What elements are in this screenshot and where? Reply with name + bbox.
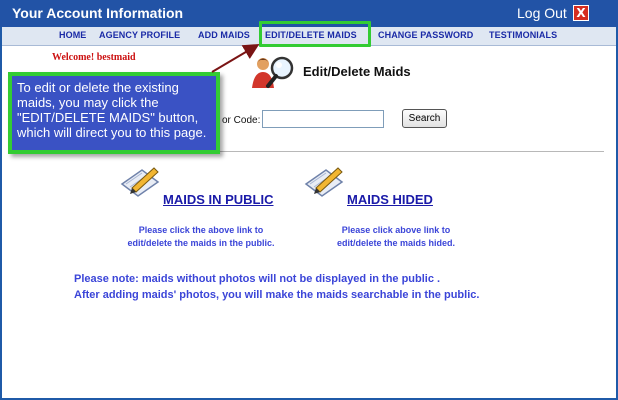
- nav-highlight-box: [259, 21, 371, 47]
- nav-item-home[interactable]: HOME: [59, 30, 86, 40]
- nav-item-add-maids[interactable]: ADD MAIDS: [198, 30, 250, 40]
- logout-link[interactable]: Log Out: [517, 5, 567, 21]
- close-icon[interactable]: X: [573, 5, 589, 21]
- search-code-label: or Code:: [222, 115, 261, 126]
- notepad-pencil-icon: [304, 167, 344, 197]
- nav-item-agency-profile[interactable]: AGENCY PROFILE: [99, 30, 180, 40]
- nav-item-change-password[interactable]: CHANGE PASSWORD: [378, 30, 473, 40]
- page-title: Edit/Delete Maids: [303, 64, 411, 79]
- note-line-2: After adding maids' photos, you will mak…: [74, 289, 480, 301]
- welcome-message: Welcome! bestmaid: [52, 52, 136, 63]
- maids-hided-desc-1: Please click above link to: [341, 225, 451, 235]
- maids-hided-link[interactable]: MAIDS HIDED: [347, 192, 433, 207]
- callout-text: To edit or delete the existing maids, yo…: [17, 80, 207, 140]
- nav-item-testimonials[interactable]: TESTIMONIALS: [489, 30, 557, 40]
- maids-in-public-desc-1: Please click the above link to: [138, 225, 264, 235]
- maids-in-public-link[interactable]: MAIDS IN PUBLIC: [163, 192, 274, 207]
- user-search-icon: [252, 56, 294, 88]
- maids-in-public-desc-2: edit/delete the maids in the public.: [127, 238, 275, 248]
- window-title: Your Account Information: [12, 5, 184, 21]
- annotation-callout: To edit or delete the existing maids, yo…: [8, 72, 220, 154]
- search-input[interactable]: [262, 110, 384, 128]
- maids-hided-desc-2: edit/delete the maids hided.: [336, 238, 456, 248]
- note-line-1: Please note: maids without photos will n…: [74, 273, 441, 285]
- notepad-pencil-icon: [120, 167, 160, 197]
- search-button[interactable]: Search: [402, 109, 447, 128]
